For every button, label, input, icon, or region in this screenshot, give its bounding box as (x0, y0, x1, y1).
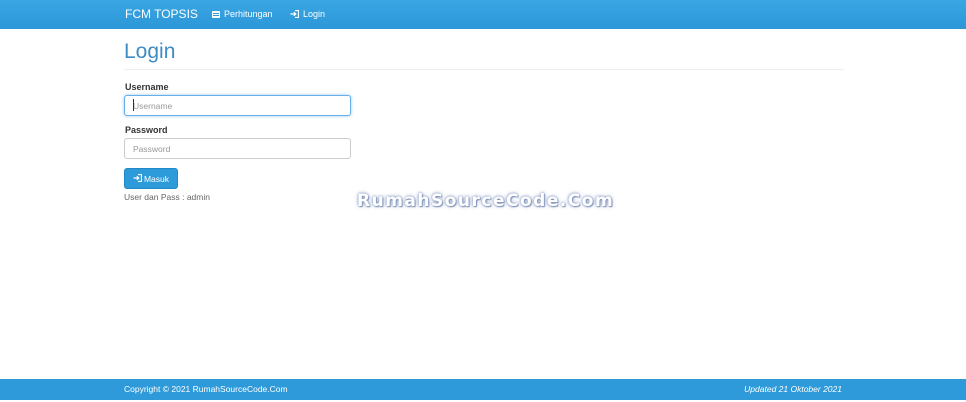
masuk-button[interactable]: Masuk (124, 168, 178, 189)
watermark: RumahSourceCode.Com (357, 191, 615, 211)
footer: Copyright © 2021 RumahSourceCode.Com Upd… (0, 379, 966, 400)
brand-link[interactable]: FCM TOPSIS (125, 7, 198, 21)
login-icon (133, 173, 143, 184)
copyright-text: Copyright © 2021 RumahSourceCode.Com (124, 384, 288, 394)
nav-item-perhitungan[interactable]: Perhitungan (212, 9, 273, 19)
password-input[interactable] (124, 138, 351, 159)
nav-item-label: Login (303, 9, 326, 19)
title-divider (124, 69, 844, 70)
masuk-label: Masuk (143, 173, 170, 184)
nav-item-login[interactable]: Login (290, 9, 325, 19)
login-icon (290, 10, 299, 18)
username-label: Username (125, 82, 169, 92)
top-navbar: FCM TOPSIS Perhitungan Login (0, 0, 966, 29)
nav-item-label: Perhitungan (224, 9, 273, 19)
page-title: Login (124, 40, 176, 63)
username-input[interactable] (124, 95, 351, 116)
table-icon (212, 10, 220, 18)
password-label: Password (125, 125, 168, 135)
updated-text: Updated 21 Oktober 2021 (744, 384, 842, 394)
credentials-hint: User dan Pass : admin (124, 192, 210, 202)
text-caret (133, 99, 134, 111)
